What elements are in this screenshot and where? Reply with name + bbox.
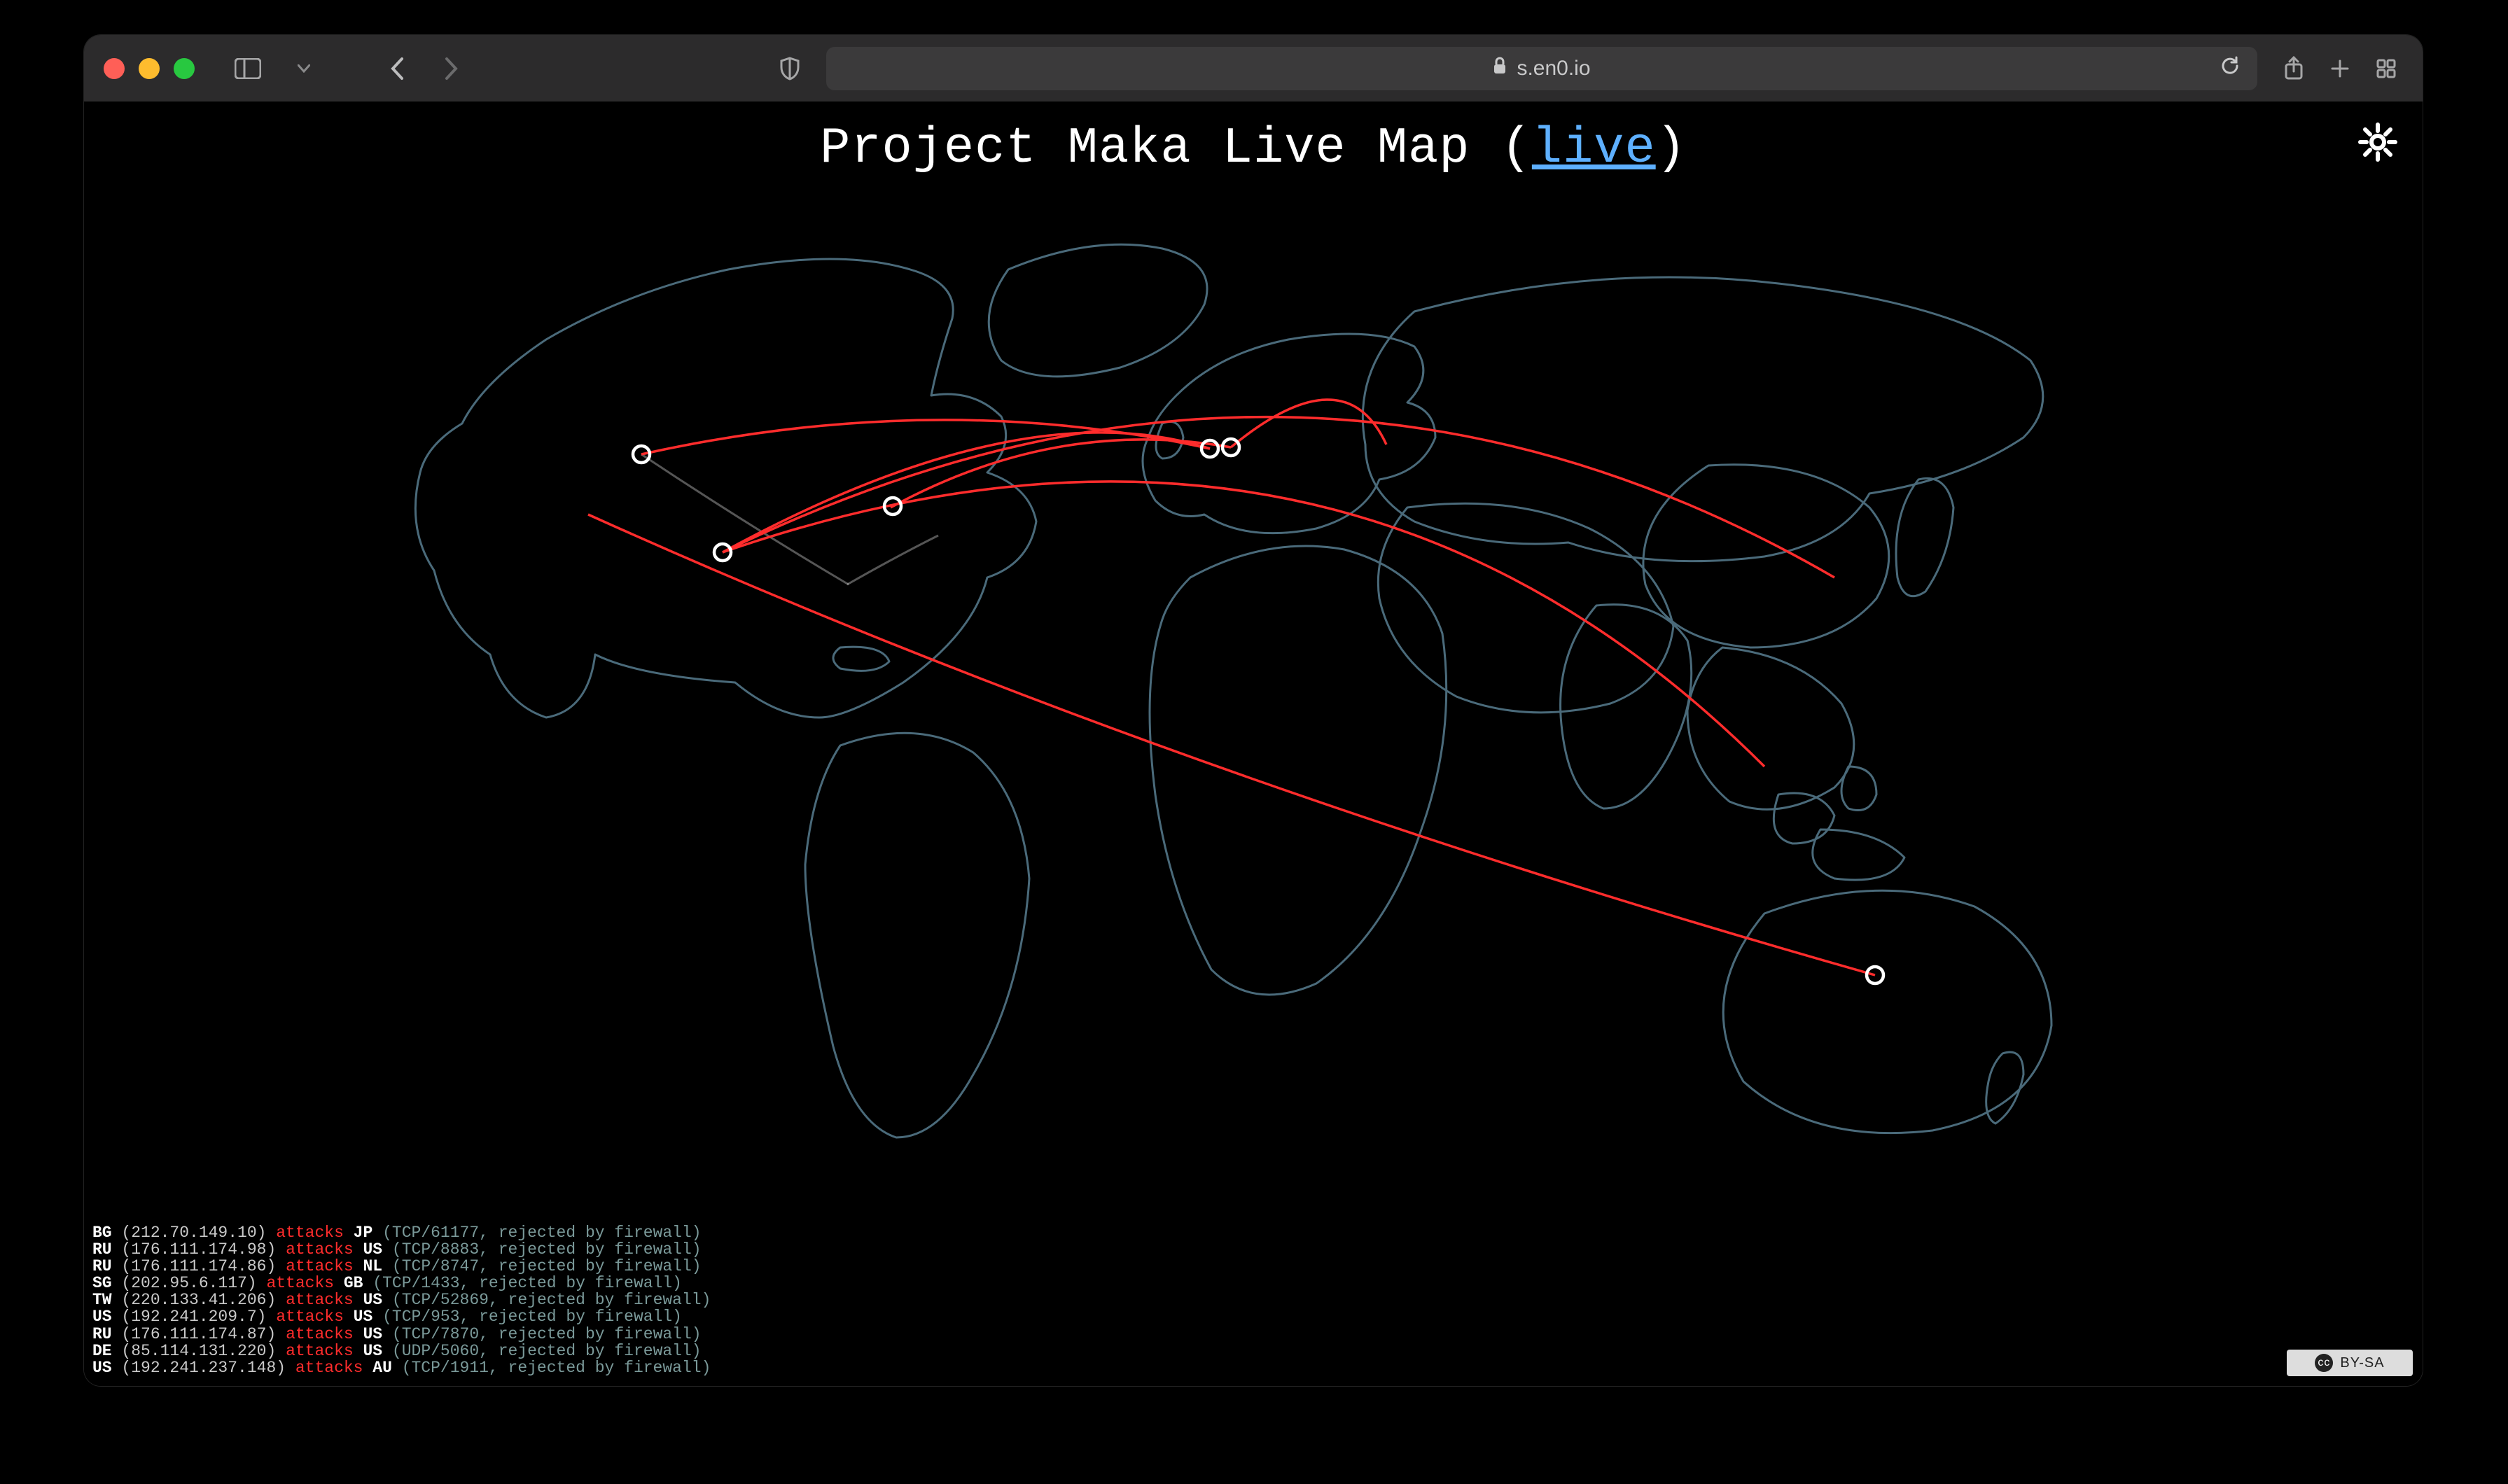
detail: (TCP/1911, rejected by firewall) [402, 1359, 711, 1377]
attack-arc [588, 514, 1875, 975]
halo-arc [641, 454, 849, 584]
dst-country: US [354, 1240, 392, 1259]
title-prefix: Project Maka Live Map ( [820, 120, 1532, 177]
detail: (TCP/7870, rejected by firewall) [392, 1325, 702, 1343]
detail: (TCP/953, rejected by firewall) [382, 1308, 682, 1326]
license-text: BY-SA [2340, 1355, 2384, 1371]
dst-country: US [354, 1291, 392, 1309]
live-link[interactable]: live [1532, 120, 1656, 177]
title-suffix: ) [1656, 120, 1687, 177]
verb: attacks [266, 1274, 334, 1292]
dst-country: AU [363, 1359, 401, 1377]
verb: attacks [286, 1342, 354, 1360]
src-country: RU [92, 1257, 112, 1275]
src-country: RU [92, 1325, 112, 1343]
src-country: RU [92, 1240, 112, 1259]
world-outline [415, 244, 2051, 1138]
src-ip: (212.70.149.10) [112, 1224, 277, 1242]
detail: (TCP/1433, rejected by firewall) [372, 1274, 682, 1292]
log-row: SG (202.95.6.117) attacks GB (TCP/1433, … [92, 1275, 711, 1292]
src-ip: (220.133.41.206) [112, 1291, 286, 1309]
attack-arc [723, 482, 1764, 766]
dst-country: NL [354, 1257, 392, 1275]
attack-log: BG (212.70.149.10) attacks JP (TCP/61177… [92, 1224, 711, 1376]
license-badge[interactable]: cc BY-SA [2287, 1350, 2413, 1376]
src-country: US [92, 1359, 112, 1377]
verb: attacks [286, 1240, 354, 1259]
map-nodes [633, 439, 1883, 983]
log-row: US (192.241.237.148) attacks AU (TCP/191… [92, 1359, 711, 1376]
minimize-window-button[interactable] [139, 58, 160, 79]
src-ip: (85.114.131.220) [112, 1342, 286, 1360]
detail: (UDP/5060, rejected by firewall) [392, 1342, 702, 1360]
log-row: US (192.241.209.7) attacks US (TCP/953, … [92, 1308, 711, 1325]
browser-window: s.en0.io Project Maka Live Map (live) [84, 35, 2423, 1386]
detail: (TCP/61177, rejected by firewall) [382, 1224, 701, 1242]
back-button[interactable] [381, 52, 414, 85]
verb: attacks [276, 1224, 344, 1242]
address-bar[interactable]: s.en0.io [826, 47, 2257, 90]
dst-country: US [354, 1342, 392, 1360]
src-country: TW [92, 1291, 112, 1309]
lock-icon [1493, 57, 1507, 80]
src-ip: (202.95.6.117) [112, 1274, 267, 1292]
tab-group-dropdown[interactable] [287, 52, 321, 85]
privacy-shield-icon[interactable] [773, 52, 807, 85]
src-ip: (192.241.237.148) [112, 1359, 295, 1377]
page-title: Project Maka Live Map (live) [84, 120, 2423, 177]
tab-overview-button[interactable] [2369, 52, 2403, 85]
log-row: RU (176.111.174.87) attacks US (TCP/7870… [92, 1326, 711, 1343]
log-row: RU (176.111.174.86) attacks NL (TCP/8747… [92, 1258, 711, 1275]
zoom-window-button[interactable] [174, 58, 195, 79]
src-ip: (176.111.174.86) [112, 1257, 286, 1275]
src-ip: (176.111.174.87) [112, 1325, 286, 1343]
log-row: RU (176.111.174.98) attacks US (TCP/8883… [92, 1241, 711, 1258]
forward-button[interactable] [434, 52, 468, 85]
src-country: US [92, 1308, 112, 1326]
settings-button[interactable] [2358, 122, 2397, 165]
dst-country: GB [334, 1274, 372, 1292]
src-country: BG [92, 1224, 112, 1242]
detail: (TCP/8747, rejected by firewall) [392, 1257, 702, 1275]
verb: attacks [286, 1291, 354, 1309]
browser-toolbar: s.en0.io [84, 35, 2423, 102]
reload-button[interactable] [2220, 55, 2241, 82]
halo-arc [847, 536, 938, 584]
verb: attacks [286, 1257, 354, 1275]
src-country: SG [92, 1274, 112, 1292]
dst-country: US [354, 1325, 392, 1343]
log-row: TW (220.133.41.206) attacks US (TCP/5286… [92, 1292, 711, 1308]
close-window-button[interactable] [104, 58, 125, 79]
verb: attacks [276, 1308, 344, 1326]
log-row: BG (212.70.149.10) attacks JP (TCP/61177… [92, 1224, 711, 1241]
new-tab-button[interactable] [2323, 52, 2357, 85]
verb: attacks [295, 1359, 363, 1377]
dst-country: US [344, 1308, 382, 1326]
world-map[interactable] [392, 214, 2115, 1180]
log-row: DE (85.114.131.220) attacks US (UDP/5060… [92, 1343, 711, 1359]
verb: attacks [286, 1325, 354, 1343]
url-host: s.en0.io [1517, 57, 1590, 80]
window-controls [104, 58, 195, 79]
page-content: Project Maka Live Map (live) [84, 102, 2423, 1386]
detail: (TCP/52869, rejected by firewall) [392, 1291, 711, 1309]
dst-country: JP [344, 1224, 382, 1242]
src-country: DE [92, 1342, 112, 1360]
sidebar-toggle-button[interactable] [228, 52, 267, 85]
detail: (TCP/8883, rejected by firewall) [392, 1240, 702, 1259]
src-ip: (176.111.174.98) [112, 1240, 286, 1259]
attack-arc [641, 420, 1210, 454]
cc-icon: cc [2315, 1354, 2333, 1372]
src-ip: (192.241.209.7) [112, 1308, 277, 1326]
share-button[interactable] [2277, 52, 2311, 85]
